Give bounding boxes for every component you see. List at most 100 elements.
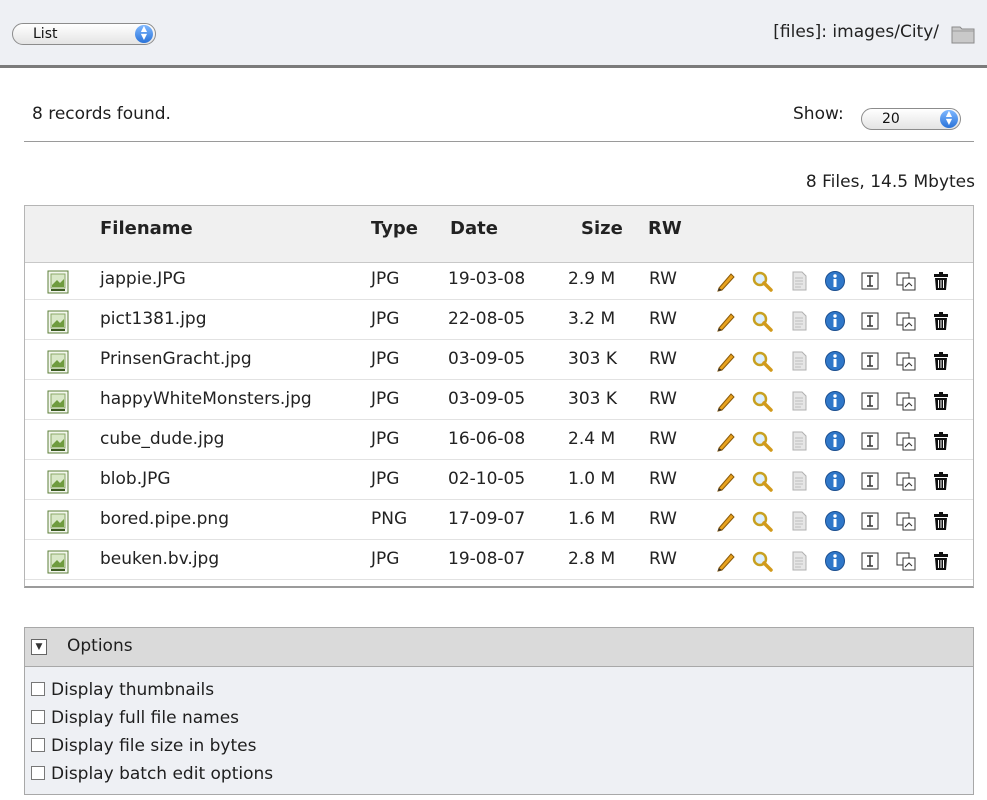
pencil-icon[interactable] (715, 550, 737, 572)
info-icon[interactable] (824, 310, 846, 332)
table-row[interactable]: pict1381.jpg JPG 22-08-05 3.2 M RW (25, 303, 973, 340)
checkbox[interactable] (31, 710, 45, 724)
copy-icon[interactable] (895, 510, 917, 532)
option-display-size-bytes[interactable]: Display file size in bytes (31, 736, 256, 756)
info-icon[interactable] (824, 510, 846, 532)
collapse-toggle-icon[interactable]: ▼ (31, 639, 47, 655)
pencil-icon[interactable] (715, 270, 737, 292)
table-row[interactable]: beuken.bv.jpg JPG 19-08-07 2.8 M RW (25, 543, 973, 580)
folder-icon[interactable] (951, 24, 975, 44)
pencil-icon[interactable] (715, 510, 737, 532)
cell-filename[interactable]: bored.pipe.png (100, 509, 229, 529)
cell-filename[interactable]: blob.JPG (100, 469, 171, 489)
magnifier-icon[interactable] (751, 350, 773, 372)
rename-icon[interactable] (859, 550, 881, 572)
rename-icon[interactable] (859, 510, 881, 532)
cell-filename[interactable]: PrinsenGracht.jpg (100, 349, 252, 369)
magnifier-icon[interactable] (751, 510, 773, 532)
rename-icon[interactable] (859, 310, 881, 332)
option-display-thumbnails[interactable]: Display thumbnails (31, 680, 214, 700)
cell-date: 22-08-05 (448, 309, 526, 329)
table-row[interactable]: cube_dude.jpg JPG 16-06-08 2.4 M RW (25, 423, 973, 460)
file-gray-icon[interactable] (788, 390, 810, 412)
file-gray-icon[interactable] (788, 550, 810, 572)
rename-icon[interactable] (859, 270, 881, 292)
info-icon[interactable] (824, 430, 846, 452)
trash-icon[interactable] (930, 470, 952, 492)
copy-icon[interactable] (895, 310, 917, 332)
rename-icon[interactable] (859, 430, 881, 452)
checkbox[interactable] (31, 682, 45, 696)
cell-rw: RW (649, 389, 677, 409)
trash-icon[interactable] (930, 550, 952, 572)
file-gray-icon[interactable] (788, 510, 810, 532)
copy-icon[interactable] (895, 470, 917, 492)
magnifier-icon[interactable] (751, 550, 773, 572)
copy-icon[interactable] (895, 350, 917, 372)
checkbox[interactable] (31, 738, 45, 752)
cell-date: 03-09-05 (448, 349, 526, 369)
page-size-select[interactable]: 20 ▲ ▼ (861, 108, 961, 130)
pencil-icon[interactable] (715, 350, 737, 372)
file-gray-icon[interactable] (788, 470, 810, 492)
magnifier-icon[interactable] (751, 270, 773, 292)
column-header-rw[interactable]: RW (648, 218, 682, 239)
cell-type: PNG (371, 509, 408, 529)
cell-filename[interactable]: happyWhiteMonsters.jpg (100, 389, 312, 409)
pencil-icon[interactable] (715, 430, 737, 452)
copy-icon[interactable] (895, 430, 917, 452)
cell-rw: RW (649, 509, 677, 529)
pencil-icon[interactable] (715, 310, 737, 332)
view-mode-select[interactable]: List ▲ ▼ (12, 23, 156, 45)
magnifier-icon[interactable] (751, 310, 773, 332)
option-display-full-names[interactable]: Display full file names (31, 708, 239, 728)
trash-icon[interactable] (930, 270, 952, 292)
trash-icon[interactable] (930, 430, 952, 452)
info-icon[interactable] (824, 350, 846, 372)
column-header-filename[interactable]: Filename (100, 218, 193, 239)
trash-icon[interactable] (930, 350, 952, 372)
option-display-batch-edit[interactable]: Display batch edit options (31, 764, 273, 784)
copy-icon[interactable] (895, 390, 917, 412)
rename-icon[interactable] (859, 350, 881, 372)
info-icon[interactable] (824, 390, 846, 412)
cell-filename[interactable]: jappie.JPG (100, 269, 186, 289)
table-row[interactable]: blob.JPG JPG 02-10-05 1.0 M RW (25, 463, 973, 500)
cell-date: 16-06-08 (448, 429, 526, 449)
file-gray-icon[interactable] (788, 350, 810, 372)
file-gray-icon[interactable] (788, 430, 810, 452)
magnifier-icon[interactable] (751, 390, 773, 412)
cell-filename[interactable]: pict1381.jpg (100, 309, 207, 329)
cell-size: 1.6 M (568, 509, 616, 529)
info-icon[interactable] (824, 470, 846, 492)
pencil-icon[interactable] (715, 470, 737, 492)
cell-rw: RW (649, 349, 677, 369)
table-row[interactable]: jappie.JPG JPG 19-03-08 2.9 M RW (25, 263, 973, 300)
copy-icon[interactable] (895, 270, 917, 292)
trash-icon[interactable] (930, 390, 952, 412)
options-header[interactable]: ▼ Options (25, 628, 973, 667)
table-row[interactable]: happyWhiteMonsters.jpg JPG 03-09-05 303 K RW (25, 383, 973, 420)
cell-type: JPG (371, 269, 400, 289)
info-icon[interactable] (824, 270, 846, 292)
magnifier-icon[interactable] (751, 430, 773, 452)
rename-icon[interactable] (859, 470, 881, 492)
trash-icon[interactable] (930, 510, 952, 532)
cell-rw: RW (649, 309, 677, 329)
trash-icon[interactable] (930, 310, 952, 332)
column-header-size[interactable]: Size (581, 218, 623, 239)
info-icon[interactable] (824, 550, 846, 572)
pencil-icon[interactable] (715, 390, 737, 412)
copy-icon[interactable] (895, 550, 917, 572)
column-header-type[interactable]: Type (371, 218, 418, 239)
cell-filename[interactable]: beuken.bv.jpg (100, 549, 219, 569)
table-row[interactable]: bored.pipe.png PNG 17-09-07 1.6 M RW (25, 503, 973, 540)
checkbox[interactable] (31, 766, 45, 780)
file-gray-icon[interactable] (788, 270, 810, 292)
rename-icon[interactable] (859, 390, 881, 412)
cell-filename[interactable]: cube_dude.jpg (100, 429, 224, 449)
magnifier-icon[interactable] (751, 470, 773, 492)
column-header-date[interactable]: Date (450, 218, 498, 239)
file-gray-icon[interactable] (788, 310, 810, 332)
table-row[interactable]: PrinsenGracht.jpg JPG 03-09-05 303 K RW (25, 343, 973, 380)
